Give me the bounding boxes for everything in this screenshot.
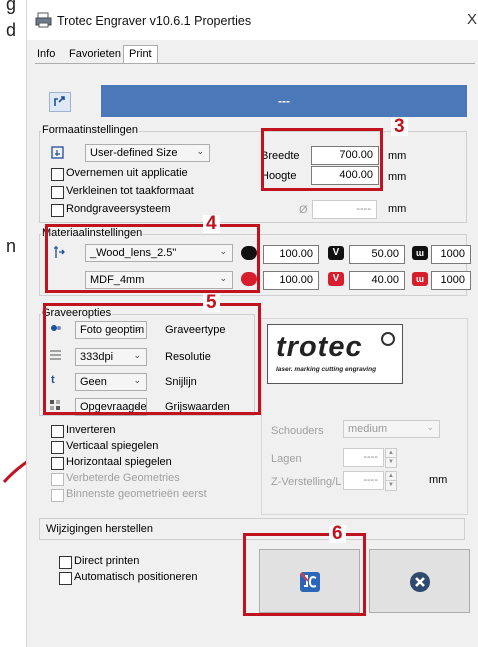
horizontal-flip-label: Horizontaal spiegelen	[66, 456, 172, 468]
reset-changes-label: Wijzigingen herstellen	[46, 523, 153, 535]
annotation-box-5	[43, 303, 261, 415]
job-preview-button[interactable]	[49, 92, 71, 112]
rond-label: Rondgraveersysteem	[66, 203, 171, 215]
speed-field-1[interactable]: 50.00	[349, 245, 405, 264]
shoulders-select[interactable]: medium ⌄	[343, 420, 440, 438]
power-field-1[interactable]: 100.00	[263, 245, 319, 264]
improved-geometry-checkbox[interactable]	[51, 473, 64, 486]
title-bar: Trotec Engraver v10.6.1 Properties X	[27, 0, 478, 40]
properties-dialog: Trotec Engraver v10.6.1 Properties X Inf…	[26, 0, 478, 647]
job-name-bar: ---	[101, 85, 467, 117]
inner-geometry-checkbox[interactable]	[51, 489, 64, 502]
z-adjust-unit: mm	[429, 474, 448, 486]
frequency-icon: ɯ	[412, 272, 428, 286]
improved-geometry-label: Verbeterde Geometries	[66, 472, 180, 484]
speed-icon: V	[328, 272, 344, 286]
chevron-down-icon: ⌄	[426, 422, 434, 432]
frequency-field-1[interactable]: 1000	[431, 245, 471, 264]
layers-down-icon[interactable]: ▼	[385, 457, 397, 468]
size-select[interactable]: User-defined Size ⌄	[85, 144, 210, 162]
diameter-symbol: Ø	[299, 204, 308, 216]
page-text-fragment: g	[6, 0, 17, 14]
close-button[interactable]: X	[467, 11, 477, 28]
auto-position-checkbox[interactable]	[59, 572, 72, 585]
layers-field[interactable]: ----	[343, 448, 384, 467]
tab-info[interactable]: Info	[37, 48, 55, 60]
diameter-field[interactable]: ----	[312, 200, 377, 219]
verkleinen-label: Verkleinen tot taakformaat	[66, 185, 194, 197]
format-legend: Formaatinstellingen	[41, 124, 139, 136]
z-adjust-field[interactable]: ----	[343, 471, 384, 490]
horizontal-flip-checkbox[interactable]	[51, 457, 64, 470]
page-text-fragment: n	[6, 236, 17, 256]
rond-checkbox[interactable]	[51, 204, 64, 217]
cancel-icon	[410, 572, 430, 592]
tab-favorieten[interactable]: Favorieten	[69, 48, 121, 60]
logo-wordmark: trotec	[276, 331, 363, 363]
annotation-box-3	[261, 128, 383, 191]
overnemen-label: Overnemen uit applicatie	[66, 167, 188, 179]
direct-print-checkbox[interactable]	[59, 556, 72, 569]
height-unit: mm	[388, 171, 407, 183]
z-down-icon[interactable]: ▼	[385, 480, 397, 491]
vertical-flip-checkbox[interactable]	[51, 441, 64, 454]
diameter-unit: mm	[388, 203, 407, 215]
speed-field-2[interactable]: 40.00	[349, 271, 405, 290]
logo-tagline: laser. marking cutting engraving	[276, 366, 377, 373]
logo-mark-icon	[381, 332, 395, 346]
page-format-icon	[51, 146, 64, 159]
size-select-value: User-defined Size	[90, 147, 178, 159]
frequency-field-2[interactable]: 1000	[431, 271, 471, 290]
power-field-2[interactable]: 100.00	[263, 271, 319, 290]
annotation-box-6	[243, 533, 366, 616]
vertical-flip-label: Verticaal spiegelen	[66, 440, 159, 452]
format-icon-button[interactable]	[49, 144, 69, 162]
cancel-button[interactable]	[369, 549, 470, 613]
annotation-number-3: 3	[391, 117, 408, 136]
inner-geometry-label: Binnenste geometrieën eerst	[66, 488, 207, 500]
window-title: Trotec Engraver v10.6.1 Properties	[57, 14, 252, 28]
speed-icon: V	[328, 246, 344, 260]
shoulders-value: medium	[348, 423, 388, 435]
page-text-fragment: d	[6, 20, 17, 40]
tab-print[interactable]: Print	[123, 45, 158, 63]
shoulders-label: Schouders	[271, 425, 324, 437]
annotation-number-6: 6	[329, 524, 346, 543]
annotation-box-4	[45, 224, 260, 293]
direct-print-label: Direct printen	[74, 555, 140, 567]
printer-icon	[35, 12, 52, 28]
annotation-number-5: 5	[203, 293, 220, 312]
overnemen-checkbox[interactable]	[51, 168, 64, 181]
auto-position-label: Automatisch positioneren	[74, 571, 198, 583]
layers-label: Lagen	[271, 453, 302, 465]
z-adjust-label: Z-Verstelling/L	[271, 476, 342, 488]
frequency-icon: ɯ	[412, 246, 428, 260]
job-preview-icon	[54, 96, 65, 106]
invert-label: Inverteren	[66, 424, 116, 436]
annotation-number-4: 4	[203, 214, 220, 233]
verkleinen-checkbox[interactable]	[51, 186, 64, 199]
chevron-down-icon: ⌄	[196, 146, 204, 156]
width-unit: mm	[388, 150, 407, 162]
invert-checkbox[interactable]	[51, 425, 64, 438]
trotec-logo: trotec laser. marking cutting engraving	[267, 324, 403, 384]
